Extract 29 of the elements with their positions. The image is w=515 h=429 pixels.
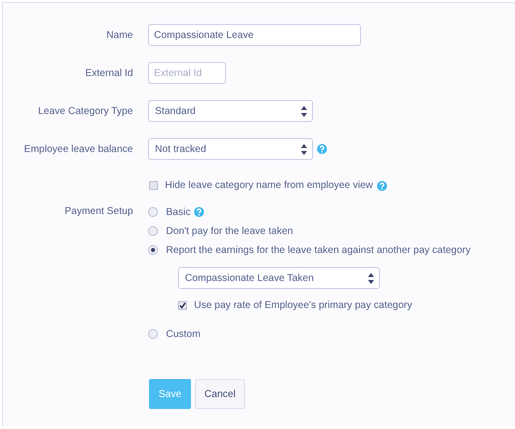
updown-arrows-icon bbox=[368, 272, 374, 284]
updown-arrows-icon bbox=[301, 106, 307, 116]
radio-label: Report the earnings for the leave taken against another pay category bbox=[166, 244, 471, 256]
radio-label: Basic bbox=[166, 206, 190, 218]
text-field[interactable]: External Id bbox=[148, 62, 226, 84]
checkbox-label: Hide leave category name from employee view bbox=[165, 180, 373, 191]
help-icon[interactable] bbox=[376, 180, 387, 190]
select-field[interactable]: Standard bbox=[148, 100, 313, 122]
radio-button[interactable] bbox=[148, 207, 158, 217]
field-label: Employee leave balance bbox=[24, 144, 133, 154]
updown-arrows-icon bbox=[301, 144, 307, 154]
checkbox[interactable] bbox=[178, 300, 187, 310]
radio-button[interactable] bbox=[148, 226, 158, 236]
radio-button[interactable] bbox=[148, 329, 158, 339]
text-field[interactable]: Compassionate Leave bbox=[148, 24, 361, 46]
field-label: Name bbox=[106, 30, 133, 40]
checkbox-label: Use pay rate of Employee's primary pay category bbox=[194, 300, 412, 310]
radio-label: Don't pay for the leave taken bbox=[166, 226, 293, 236]
help-icon[interactable] bbox=[194, 207, 204, 217]
radio-label: Custom bbox=[166, 328, 200, 340]
field-label: Leave Category Type bbox=[38, 106, 133, 116]
select-field[interactable]: Not tracked bbox=[148, 138, 313, 160]
help-icon[interactable] bbox=[317, 144, 327, 154]
field-label: Payment Setup bbox=[64, 206, 133, 217]
select-field[interactable]: Compassionate Leave Taken bbox=[178, 267, 380, 289]
radio-button[interactable] bbox=[148, 245, 158, 255]
cancel-button[interactable]: Cancel bbox=[195, 379, 245, 409]
checkbox[interactable] bbox=[149, 181, 158, 190]
field-label: External Id bbox=[85, 68, 133, 78]
